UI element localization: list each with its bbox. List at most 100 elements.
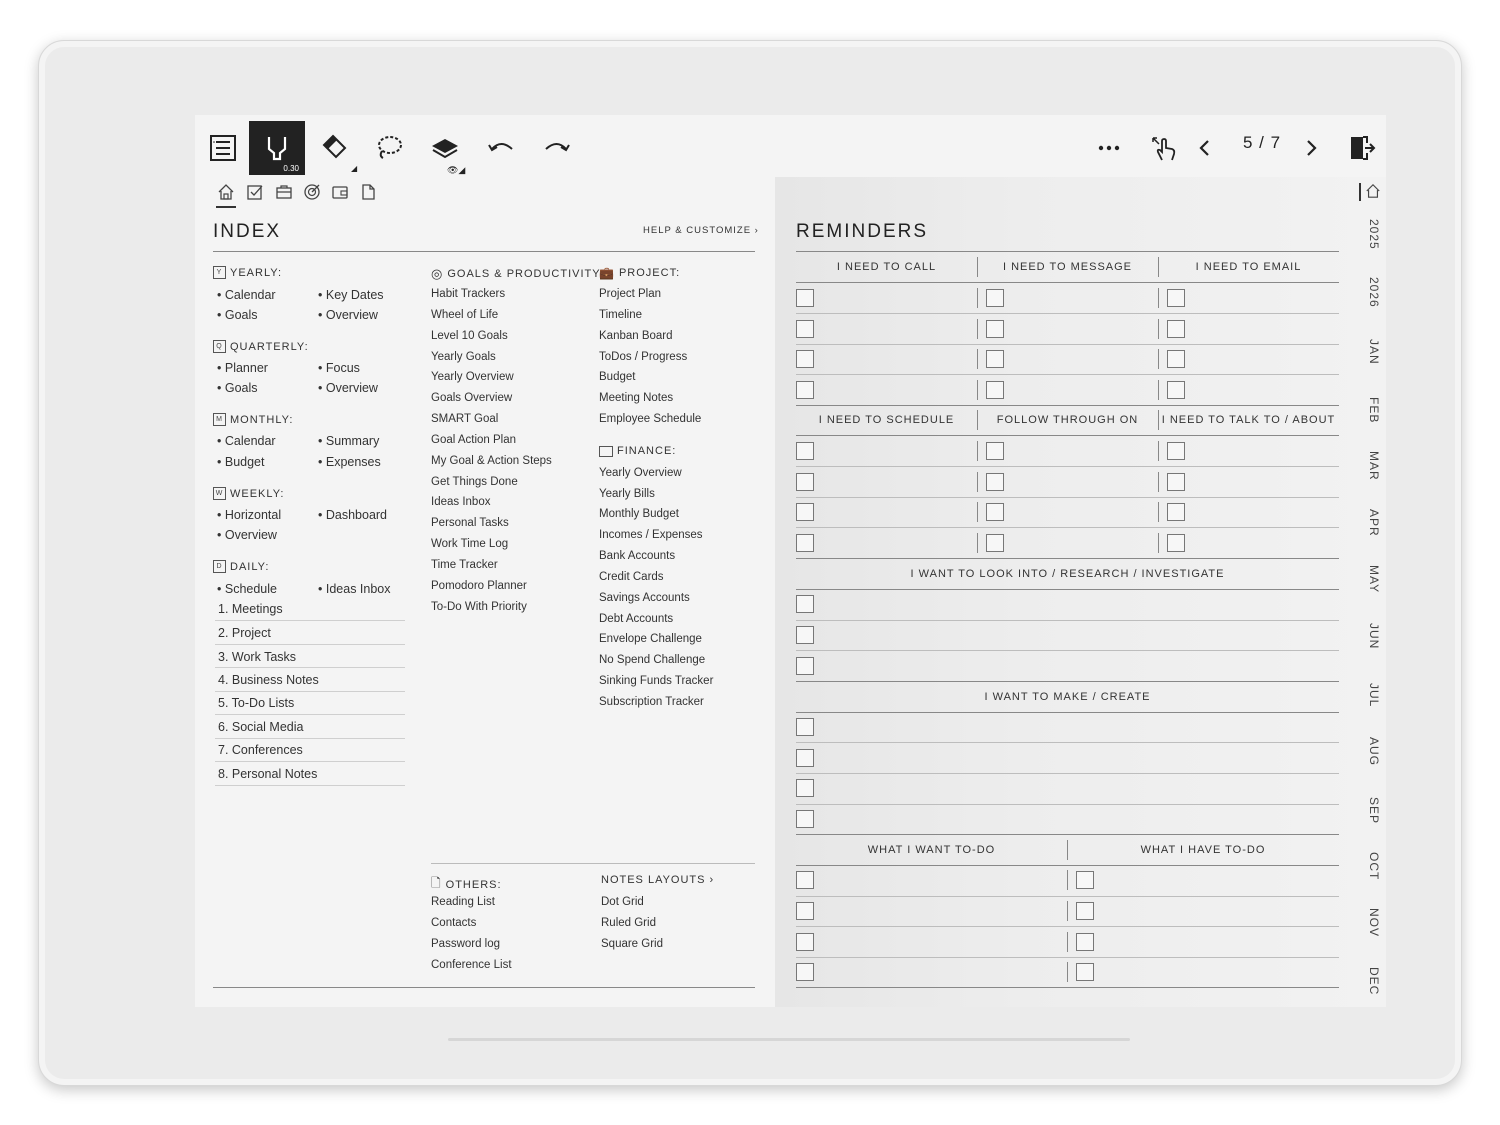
link-daily-ideas-inbox[interactable]: • Ideas Inbox bbox=[318, 582, 391, 596]
link-daily-numbered[interactable]: 3. Work Tasks bbox=[218, 650, 296, 664]
reminder-checkbox[interactable] bbox=[986, 289, 1004, 307]
tab-mar[interactable]: MAR bbox=[1367, 451, 1381, 481]
tab-jul[interactable]: JUL bbox=[1367, 683, 1381, 707]
tab-feb[interactable]: FEB bbox=[1367, 397, 1381, 423]
exit-button[interactable] bbox=[1333, 121, 1386, 175]
link-project-item[interactable]: Timeline bbox=[599, 309, 642, 321]
reminder-checkbox[interactable] bbox=[796, 442, 814, 460]
link-finance-item[interactable]: No Spend Challenge bbox=[599, 654, 705, 666]
link-goals-item[interactable]: SMART Goal bbox=[431, 413, 498, 425]
reminder-checkbox[interactable] bbox=[1076, 963, 1094, 981]
link-others-item[interactable]: Reading List bbox=[431, 896, 495, 908]
section-others[interactable]: 🗋 OTHERS: bbox=[431, 874, 502, 895]
link-daily-numbered[interactable]: 7. Conferences bbox=[218, 743, 303, 757]
link-goals-item[interactable]: Personal Tasks bbox=[431, 517, 509, 529]
tab-nov[interactable]: NOV bbox=[1367, 908, 1381, 937]
section-goals[interactable]: ◎ GOALS & PRODUCTIVITY: bbox=[431, 266, 604, 282]
reminder-checkbox[interactable] bbox=[986, 503, 1004, 521]
reminder-checkbox[interactable] bbox=[796, 381, 814, 399]
link-project-item[interactable]: Budget bbox=[599, 371, 635, 383]
tab-apr[interactable]: APR bbox=[1367, 509, 1381, 537]
reminder-checkbox[interactable] bbox=[986, 473, 1004, 491]
link-yearly-calendar[interactable]: • Calendar bbox=[217, 288, 276, 302]
link-finance-item[interactable]: Monthly Budget bbox=[599, 508, 679, 520]
notes-nav-button[interactable] bbox=[359, 183, 377, 201]
reminder-checkbox[interactable] bbox=[796, 871, 814, 889]
link-finance-item[interactable]: Yearly Overview bbox=[599, 467, 682, 479]
undo-button[interactable] bbox=[473, 121, 529, 175]
link-finance-item[interactable]: Debt Accounts bbox=[599, 613, 673, 625]
link-daily-numbered[interactable]: 6. Social Media bbox=[218, 720, 303, 734]
reminder-checkbox[interactable] bbox=[796, 503, 814, 521]
reminder-checkbox[interactable] bbox=[1167, 534, 1185, 552]
reminder-checkbox[interactable] bbox=[1167, 289, 1185, 307]
reminder-checkbox[interactable] bbox=[1076, 902, 1094, 920]
link-quarterly-goals[interactable]: • Goals bbox=[217, 381, 258, 395]
link-yearly-goals[interactable]: • Goals bbox=[217, 308, 258, 322]
link-finance-item[interactable]: Bank Accounts bbox=[599, 550, 675, 562]
link-monthly-summary[interactable]: • Summary bbox=[318, 434, 379, 448]
link-notes-item[interactable]: Square Grid bbox=[601, 938, 663, 950]
eraser-options-caret[interactable]: ◢ bbox=[351, 164, 357, 173]
more-options-button[interactable] bbox=[1081, 121, 1137, 175]
link-finance-item[interactable]: Subscription Tracker bbox=[599, 696, 704, 708]
reminder-checkbox[interactable] bbox=[796, 595, 814, 613]
link-daily-numbered[interactable]: 8. Personal Notes bbox=[218, 767, 317, 781]
link-notes-item[interactable]: Dot Grid bbox=[601, 896, 644, 908]
link-daily-numbered[interactable]: 4. Business Notes bbox=[218, 673, 319, 687]
redo-button[interactable] bbox=[529, 121, 585, 175]
reminder-checkbox[interactable] bbox=[796, 902, 814, 920]
tab-sep[interactable]: SEP bbox=[1367, 797, 1381, 824]
link-project-item[interactable]: Meeting Notes bbox=[599, 392, 673, 404]
link-others-item[interactable]: Contacts bbox=[431, 917, 476, 929]
reminder-checkbox[interactable] bbox=[1167, 473, 1185, 491]
link-project-item[interactable]: Project Plan bbox=[599, 288, 661, 300]
link-goals-item[interactable]: My Goal & Action Steps bbox=[431, 455, 552, 467]
reminder-checkbox[interactable] bbox=[796, 350, 814, 368]
reminder-checkbox[interactable] bbox=[1167, 503, 1185, 521]
tab-dec[interactable]: DEC bbox=[1367, 967, 1381, 995]
link-goals-item[interactable]: Wheel of Life bbox=[431, 309, 498, 321]
section-finance[interactable]: FINANCE: bbox=[599, 445, 676, 457]
prev-page-button[interactable] bbox=[1185, 121, 1225, 175]
reminder-checkbox[interactable] bbox=[796, 289, 814, 307]
link-goals-item[interactable]: Time Tracker bbox=[431, 559, 498, 571]
reminder-checkbox[interactable] bbox=[796, 657, 814, 675]
pen-tool-button[interactable]: 0.30 bbox=[249, 121, 305, 175]
link-finance-item[interactable]: Envelope Challenge bbox=[599, 633, 702, 645]
link-goals-item[interactable]: Ideas Inbox bbox=[431, 496, 490, 508]
link-daily-schedule[interactable]: • Schedule bbox=[217, 582, 277, 596]
reminder-checkbox[interactable] bbox=[1167, 350, 1185, 368]
reminder-checkbox[interactable] bbox=[1167, 442, 1185, 460]
link-monthly-budget[interactable]: • Budget bbox=[217, 455, 264, 469]
link-daily-numbered[interactable]: 2. Project bbox=[218, 626, 271, 640]
reminder-checkbox[interactable] bbox=[986, 320, 1004, 338]
link-quarterly-focus[interactable]: • Focus bbox=[318, 361, 360, 375]
link-daily-numbered[interactable]: 5. To-Do Lists bbox=[218, 696, 294, 710]
reminder-checkbox[interactable] bbox=[986, 442, 1004, 460]
link-weekly-dashboard[interactable]: • Dashboard bbox=[318, 508, 387, 522]
reminder-checkbox[interactable] bbox=[796, 963, 814, 981]
link-finance-item[interactable]: Credit Cards bbox=[599, 571, 664, 583]
home-nav-button[interactable] bbox=[217, 183, 235, 201]
link-goals-item[interactable]: Pomodoro Planner bbox=[431, 580, 527, 592]
link-project-item[interactable]: ToDos / Progress bbox=[599, 351, 687, 363]
link-monthly-expenses[interactable]: • Expenses bbox=[318, 455, 381, 469]
link-goals-item[interactable]: Goals Overview bbox=[431, 392, 512, 404]
tab-jun[interactable]: JUN bbox=[1367, 623, 1381, 649]
section-yearly[interactable]: Y YEARLY: bbox=[213, 266, 282, 279]
link-goals-item[interactable]: To-Do With Priority bbox=[431, 601, 527, 613]
finance-nav-button[interactable] bbox=[331, 183, 349, 201]
link-quarterly-overview[interactable]: • Overview bbox=[318, 381, 378, 395]
reminder-checkbox[interactable] bbox=[1167, 381, 1185, 399]
home-tab[interactable] bbox=[1365, 183, 1383, 201]
reminder-checkbox[interactable] bbox=[796, 810, 814, 828]
reminder-checkbox[interactable] bbox=[1076, 933, 1094, 951]
tab-aug[interactable]: AUG bbox=[1367, 737, 1381, 766]
link-goals-item[interactable]: Habit Trackers bbox=[431, 288, 505, 300]
link-goals-item[interactable]: Yearly Goals bbox=[431, 351, 496, 363]
reminder-checkbox[interactable] bbox=[796, 779, 814, 797]
reminder-checkbox[interactable] bbox=[796, 749, 814, 767]
project-nav-button[interactable] bbox=[275, 183, 293, 201]
section-monthly[interactable]: M MONTHLY: bbox=[213, 413, 293, 426]
